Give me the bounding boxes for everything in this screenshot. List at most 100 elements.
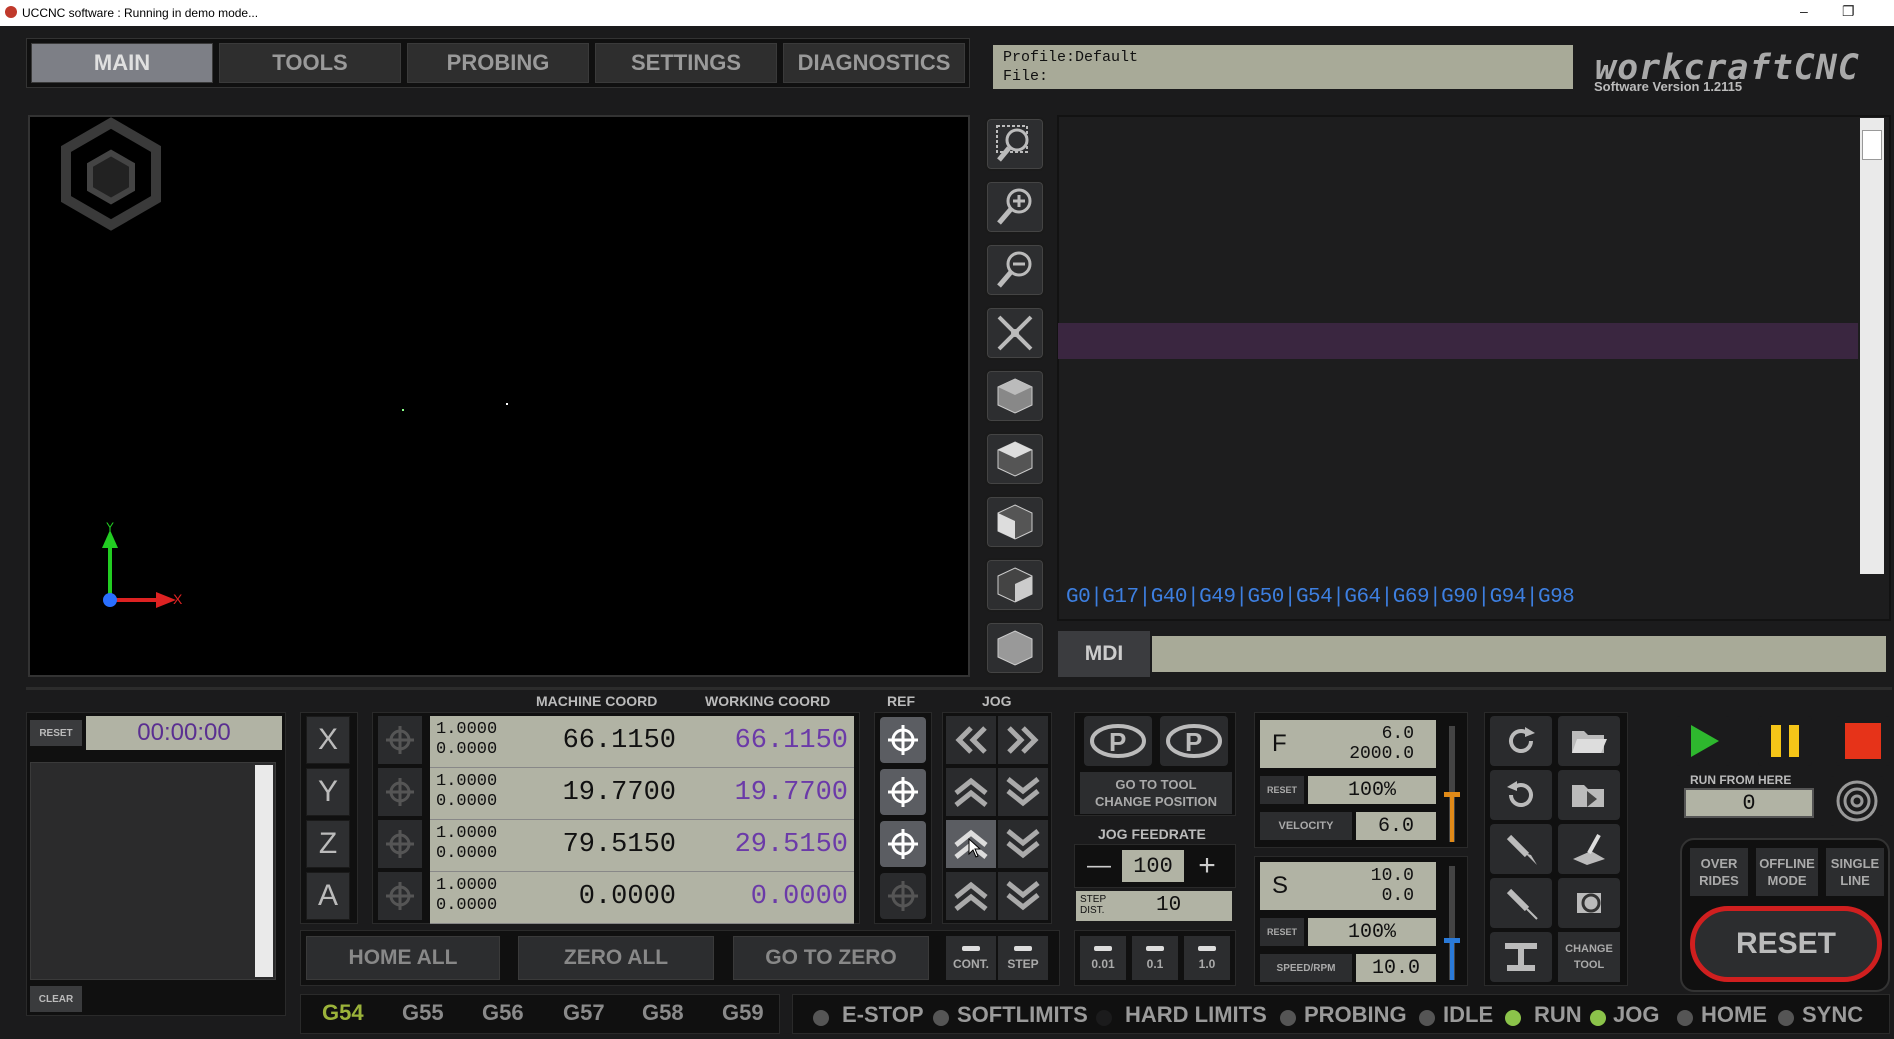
view-front-button[interactable] bbox=[985, 495, 1045, 549]
open-file-button[interactable] bbox=[1558, 716, 1620, 766]
offset-g58-button[interactable]: G58 bbox=[642, 1000, 684, 1026]
axis-y-button[interactable]: Y bbox=[306, 768, 350, 816]
working-coord-value[interactable]: 0.0000 bbox=[751, 882, 848, 912]
spindle-override-slider[interactable] bbox=[1444, 866, 1460, 980]
probe-button[interactable] bbox=[1490, 878, 1552, 928]
toolpath-button[interactable] bbox=[1558, 824, 1620, 874]
offset-g55-button[interactable]: G55 bbox=[402, 1000, 444, 1026]
working-coord-value[interactable]: 29.5150 bbox=[735, 830, 848, 860]
tab-tools[interactable]: TOOLS bbox=[219, 43, 401, 83]
y-zero-button[interactable] bbox=[378, 768, 422, 816]
machine-coord-value[interactable]: 79.5150 bbox=[563, 830, 676, 860]
clear-log-button[interactable]: CLEAR bbox=[30, 986, 82, 1012]
jog-step-button[interactable]: STEP bbox=[998, 936, 1048, 980]
toolpath-viewport[interactable]: Y X bbox=[28, 115, 970, 677]
tab-main[interactable]: MAIN bbox=[31, 43, 213, 83]
spindle-override-thumb[interactable] bbox=[1444, 938, 1460, 943]
view-top-button[interactable] bbox=[985, 432, 1045, 486]
gcode-listing[interactable] bbox=[1057, 115, 1891, 621]
go-to-zero-button[interactable]: GO TO ZERO bbox=[733, 936, 929, 980]
ref-x-button[interactable] bbox=[880, 717, 926, 763]
mdi-input[interactable] bbox=[1152, 636, 1886, 672]
jog-z-minus-button[interactable] bbox=[998, 820, 1048, 868]
gcode-scroll-thumb[interactable] bbox=[1862, 130, 1882, 160]
park-position-2-button[interactable]: P bbox=[1160, 716, 1228, 766]
a-zero-button[interactable] bbox=[378, 872, 422, 920]
minimize-button[interactable]: – bbox=[1800, 3, 1808, 19]
axis-x-button[interactable]: X bbox=[306, 716, 350, 764]
message-scrollbar[interactable] bbox=[255, 765, 273, 977]
step-size-01-button[interactable]: 0.1 bbox=[1132, 936, 1178, 980]
machine-coord-value[interactable]: 19.7700 bbox=[563, 778, 676, 808]
working-coord-value[interactable]: 19.7700 bbox=[735, 778, 848, 808]
offset-g59-button[interactable]: G59 bbox=[722, 1000, 764, 1026]
zero-all-button[interactable]: ZERO ALL bbox=[518, 936, 714, 980]
close-file-button[interactable] bbox=[1558, 770, 1620, 820]
tool-table-button[interactable] bbox=[1490, 932, 1552, 982]
jog-y-plus-button[interactable] bbox=[946, 768, 996, 816]
ref-a-button[interactable] bbox=[880, 873, 926, 919]
step-size-001-button[interactable]: 0.01 bbox=[1080, 936, 1126, 980]
view-iso-button[interactable] bbox=[985, 369, 1045, 423]
machine-coord-value[interactable]: 0.0000 bbox=[579, 882, 676, 912]
tab-probing[interactable]: PROBING bbox=[407, 43, 589, 83]
step-size-10-button[interactable]: 1.0 bbox=[1184, 936, 1230, 980]
working-coord-value[interactable]: 66.1150 bbox=[735, 726, 848, 756]
spindle-override-reset-button[interactable]: RESET bbox=[1260, 918, 1304, 946]
gcode-scrollbar[interactable] bbox=[1860, 118, 1884, 574]
jog-a-minus-button[interactable] bbox=[998, 872, 1048, 920]
single-line-button[interactable]: SINGLE LINE bbox=[1826, 848, 1884, 896]
jog-feedrate-value[interactable]: 100 bbox=[1122, 850, 1184, 882]
reset-button[interactable]: RESET bbox=[1690, 906, 1882, 982]
ref-y-button[interactable] bbox=[880, 769, 926, 815]
jog-a-plus-button[interactable] bbox=[946, 872, 996, 920]
axis-scale: 1.0000 bbox=[436, 876, 498, 895]
z-zero-button[interactable] bbox=[378, 820, 422, 868]
go-to-tool-change-button[interactable]: GO TO TOOL CHANGE POSITION bbox=[1080, 772, 1232, 814]
restore-button[interactable]: ❐ bbox=[1842, 3, 1855, 20]
x-zero-button[interactable] bbox=[378, 716, 422, 764]
jog-feed-minus-button[interactable]: — bbox=[1082, 849, 1116, 883]
fit-view-button[interactable] bbox=[985, 306, 1045, 360]
park-position-1-button[interactable]: P bbox=[1084, 716, 1152, 766]
cycle-stop-button[interactable] bbox=[1836, 716, 1890, 766]
regen-toolpath-button[interactable] bbox=[1558, 878, 1620, 928]
offset-g56-button[interactable]: G56 bbox=[482, 1000, 524, 1026]
timer-reset-button[interactable]: RESET bbox=[30, 720, 82, 746]
axis-z-button[interactable]: Z bbox=[306, 820, 350, 868]
rewind-button[interactable] bbox=[1490, 716, 1552, 766]
jog-feed-plus-button[interactable]: + bbox=[1190, 849, 1224, 883]
zoom-out-button[interactable] bbox=[985, 243, 1045, 297]
run-from-here-input[interactable]: 0 bbox=[1684, 788, 1814, 818]
reload-button[interactable] bbox=[1490, 770, 1552, 820]
offset-g54-button[interactable]: G54 bbox=[322, 1000, 364, 1026]
zoom-in-button[interactable] bbox=[985, 180, 1045, 234]
pause-icon bbox=[1771, 725, 1799, 757]
tab-settings[interactable]: SETTINGS bbox=[595, 43, 777, 83]
feed-hold-button[interactable] bbox=[1758, 716, 1812, 766]
jog-x-plus-button[interactable] bbox=[998, 716, 1048, 764]
change-tool-button[interactable]: CHANGE TOOL bbox=[1558, 932, 1620, 982]
overrides-button[interactable]: OVER RIDES bbox=[1690, 848, 1748, 896]
step-distance-value[interactable]: 10 bbox=[1156, 894, 1181, 917]
edit-program-button[interactable] bbox=[1490, 824, 1552, 874]
offline-mode-button[interactable]: OFFLINE MODE bbox=[1756, 848, 1818, 896]
jog-y-minus-button[interactable] bbox=[998, 768, 1048, 816]
home-all-button[interactable]: HOME ALL bbox=[306, 936, 500, 980]
feed-override-reset-button[interactable]: RESET bbox=[1260, 776, 1304, 804]
ref-z-button[interactable] bbox=[880, 821, 926, 867]
view-cube-button[interactable] bbox=[985, 621, 1045, 675]
jog-x-minus-button[interactable] bbox=[946, 716, 996, 764]
cycle-start-button[interactable] bbox=[1676, 716, 1730, 766]
view-side-button[interactable] bbox=[985, 558, 1045, 612]
axis-a-button[interactable]: A bbox=[306, 872, 350, 920]
feed-override-thumb[interactable] bbox=[1444, 792, 1460, 797]
message-log[interactable] bbox=[30, 762, 276, 980]
zoom-region-button[interactable] bbox=[985, 117, 1045, 171]
offset-g57-button[interactable]: G57 bbox=[563, 1000, 605, 1026]
run-from-here-button[interactable] bbox=[1830, 776, 1884, 826]
fit-icon bbox=[997, 315, 1033, 351]
tab-diagnostics[interactable]: DIAGNOSTICS bbox=[783, 43, 965, 83]
machine-coord-value[interactable]: 66.1150 bbox=[563, 726, 676, 756]
jog-cont-button[interactable]: CONT. bbox=[946, 936, 996, 980]
